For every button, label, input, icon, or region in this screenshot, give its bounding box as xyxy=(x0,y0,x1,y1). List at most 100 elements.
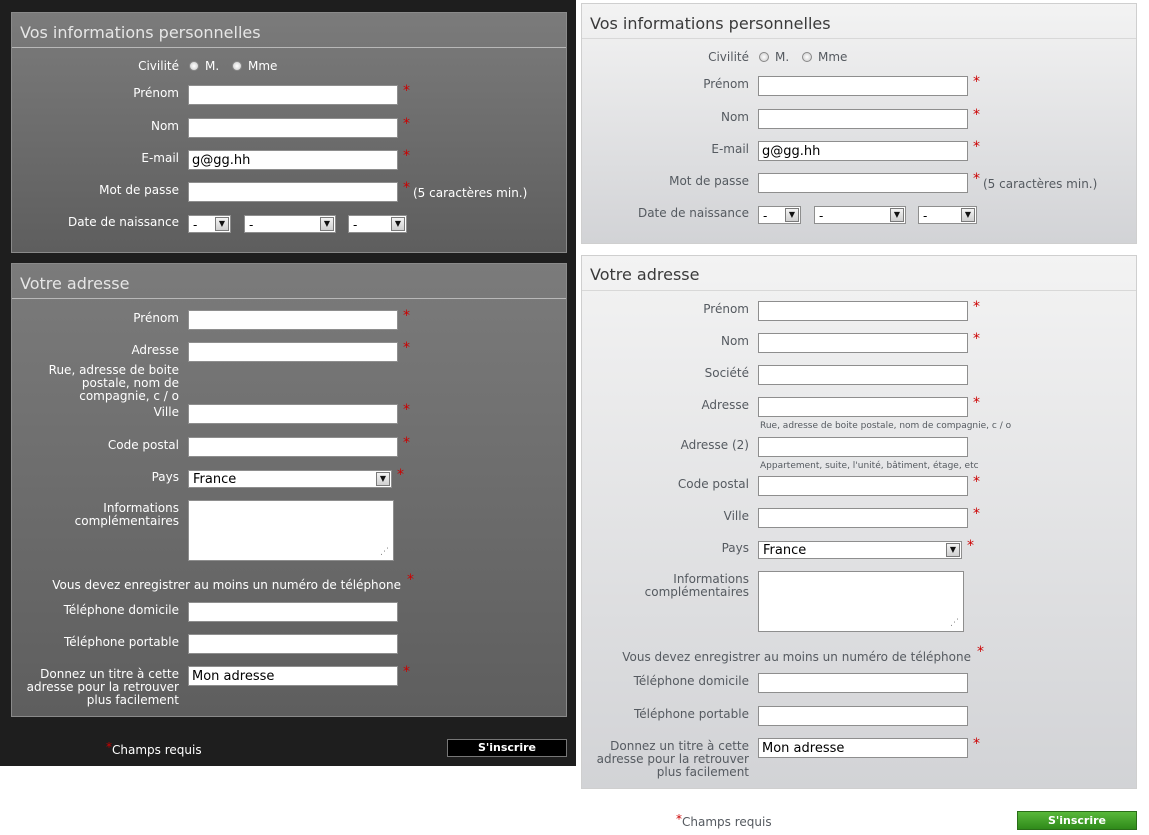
societe-input[interactable] xyxy=(758,365,968,385)
info-label: Informations complémentaires xyxy=(74,501,179,528)
nom-label: Nom xyxy=(720,110,749,124)
radio-m[interactable] xyxy=(759,52,769,62)
personal-info-panel-light: Vos informations personnelles Civilité M… xyxy=(581,3,1137,244)
required-mark: * xyxy=(403,435,410,451)
tel-port-label: Téléphone portable xyxy=(633,707,749,721)
required-mark: * xyxy=(973,506,980,522)
required-mark: * xyxy=(403,308,410,324)
alias-input[interactable] xyxy=(758,738,968,758)
tel-dom-input[interactable] xyxy=(758,673,968,693)
chevron-down-icon: ▼ xyxy=(946,543,960,557)
required-mark: * xyxy=(973,171,980,187)
required-mark: * xyxy=(407,572,414,588)
adresse-hint: Rue, adresse de boite postale, nom de co… xyxy=(48,363,179,403)
adresse-hint: Rue, adresse de boite postale, nom de co… xyxy=(760,421,1012,431)
radio-mme-label: Mme xyxy=(818,50,848,64)
code-postal-input[interactable] xyxy=(758,476,968,496)
resize-grip-icon[interactable]: ⋰ xyxy=(950,618,960,628)
resize-grip-icon[interactable]: ⋰ xyxy=(380,547,390,557)
chevron-down-icon: ▼ xyxy=(890,208,904,222)
panel-divider xyxy=(12,298,566,299)
adresse2-hint: Appartement, suite, l'unité, bâtiment, é… xyxy=(760,461,979,471)
prenom-label: Prénom xyxy=(703,302,749,316)
pays-select[interactable]: France ▼ xyxy=(188,470,392,488)
select-value: - xyxy=(819,209,824,223)
nom-input[interactable] xyxy=(758,333,968,353)
adresse-label: Adresse xyxy=(131,343,179,357)
address-panel-light: Votre adresse Prénom * Nom * Société Adr… xyxy=(581,255,1137,789)
adresse2-input[interactable] xyxy=(758,437,968,457)
panel-title: Vos informations personnelles xyxy=(590,14,831,33)
birth-day-select[interactable]: - ▼ xyxy=(758,206,801,224)
required-mark: * xyxy=(403,664,410,680)
adresse-input[interactable] xyxy=(758,397,968,417)
submit-button-dark[interactable]: S'inscrire xyxy=(447,739,567,757)
alias-label: Donnez un titre à cette adresse pour la … xyxy=(596,739,749,779)
birth-month-select[interactable]: - ▼ xyxy=(244,215,336,233)
select-value: - xyxy=(353,218,358,232)
required-mark: * xyxy=(973,736,980,752)
chevron-down-icon: ▼ xyxy=(215,217,229,231)
code-postal-label: Code postal xyxy=(107,438,179,452)
tel-port-input[interactable] xyxy=(188,634,398,654)
birthdate-label: Date de naissance xyxy=(67,215,179,229)
email-input[interactable] xyxy=(758,141,968,161)
birth-year-select[interactable]: - ▼ xyxy=(348,215,407,233)
password-input[interactable] xyxy=(188,182,398,202)
chevron-down-icon: ▼ xyxy=(376,472,390,486)
email-input[interactable] xyxy=(188,150,398,170)
required-note-dark: *Champs requis xyxy=(106,740,202,757)
birth-month-select[interactable]: - ▼ xyxy=(814,206,906,224)
radio-mme[interactable] xyxy=(802,52,812,62)
password-label: Mot de passe xyxy=(669,174,749,188)
required-mark: * xyxy=(973,299,980,315)
password-input[interactable] xyxy=(758,173,968,193)
required-mark: * xyxy=(403,83,410,99)
email-label: E-mail xyxy=(711,142,749,156)
panel-title: Votre adresse xyxy=(590,265,700,284)
panel-title: Votre adresse xyxy=(20,274,130,293)
required-mark: * xyxy=(973,331,980,347)
select-value: - xyxy=(923,209,928,223)
required-mark: * xyxy=(403,148,410,164)
prenom-input[interactable] xyxy=(758,301,968,321)
chevron-down-icon: ▼ xyxy=(320,217,334,231)
chevron-down-icon: ▼ xyxy=(391,217,405,231)
nom-input[interactable] xyxy=(758,109,968,129)
ville-input[interactable] xyxy=(188,404,398,424)
birth-year-select[interactable]: - ▼ xyxy=(918,206,977,224)
info-textarea[interactable] xyxy=(758,571,964,632)
birthdate-label: Date de naissance xyxy=(637,206,749,220)
radio-m[interactable] xyxy=(189,61,199,71)
info-textarea[interactable] xyxy=(188,500,394,561)
tel-dom-input[interactable] xyxy=(188,602,398,622)
birth-day-select[interactable]: - ▼ xyxy=(188,215,231,233)
tel-dom-label: Téléphone domicile xyxy=(63,603,179,617)
required-mark: * xyxy=(973,74,980,90)
prenom-input[interactable] xyxy=(188,85,398,105)
required-mark: * xyxy=(967,538,974,554)
nom-input[interactable] xyxy=(188,118,398,138)
prenom-input[interactable] xyxy=(758,76,968,96)
chevron-down-icon: ▼ xyxy=(785,208,799,222)
required-mark: * xyxy=(403,116,410,132)
alias-input[interactable] xyxy=(188,666,398,686)
personal-info-panel-dark: Vos informations personnelles Civilité M… xyxy=(11,12,567,253)
pays-label: Pays xyxy=(151,470,179,484)
required-mark: * xyxy=(973,395,980,411)
adresse-input[interactable] xyxy=(188,342,398,362)
tel-port-input[interactable] xyxy=(758,706,968,726)
select-value: France xyxy=(193,472,237,487)
required-mark: * xyxy=(973,139,980,155)
ville-input[interactable] xyxy=(758,508,968,528)
info-label: Informations complémentaires xyxy=(644,572,749,599)
chevron-down-icon: ▼ xyxy=(961,208,975,222)
radio-mme[interactable] xyxy=(232,61,242,71)
ville-label: Ville xyxy=(723,509,749,523)
submit-button-light[interactable]: S'inscrire xyxy=(1017,811,1137,830)
code-postal-input[interactable] xyxy=(188,437,398,457)
panel-divider xyxy=(582,38,1136,39)
pays-select[interactable]: France ▼ xyxy=(758,541,962,559)
radio-mme-label: Mme xyxy=(248,59,278,73)
prenom-input[interactable] xyxy=(188,310,398,330)
